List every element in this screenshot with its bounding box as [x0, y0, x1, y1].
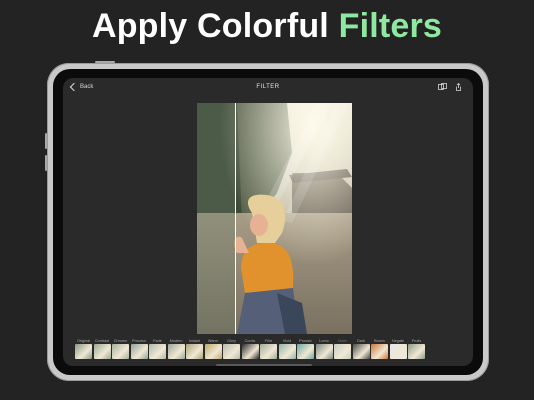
- filter-thumbnail: [315, 344, 333, 359]
- compare-divider[interactable]: [235, 103, 236, 334]
- filter-thumbnail: [371, 344, 388, 359]
- filter-item-chrome[interactable]: Chrome: [112, 338, 129, 359]
- filter-item-comic[interactable]: Comic: [241, 338, 259, 359]
- filter-thumbnail: [260, 344, 277, 359]
- filter-thumbnail: [334, 344, 351, 359]
- filter-thumbnail: [204, 344, 222, 359]
- screen-title: FILTER: [256, 84, 280, 90]
- compare-icon[interactable]: [438, 83, 447, 91]
- filter-thumbnail: [93, 344, 111, 359]
- photo-image: [197, 103, 352, 334]
- filter-thumbnail: [167, 344, 185, 359]
- filter-item-prosaic[interactable]: Prosaic: [297, 338, 314, 359]
- filter-item-modern[interactable]: Modern: [167, 338, 185, 359]
- filter-item-film[interactable]: Film: [260, 338, 277, 359]
- filter-thumbnail: [75, 344, 92, 359]
- filter-thumbnail: [112, 344, 129, 359]
- filter-thumbnail: [241, 344, 259, 359]
- filter-item-fade[interactable]: Fade: [149, 338, 166, 359]
- filter-thumbnail: [149, 344, 166, 359]
- filter-item-glory[interactable]: Glory: [223, 338, 240, 359]
- app-screen: Back FILTER Original Contrast Chrome Pro…: [63, 78, 473, 366]
- filter-item-vivid[interactable]: Vivid: [278, 338, 296, 359]
- photo-preview[interactable]: [197, 103, 352, 334]
- tablet-bezel: Back FILTER Original Contrast Chrome Pro…: [53, 69, 483, 375]
- headline-accent: Filters: [338, 7, 443, 45]
- share-icon[interactable]: [454, 83, 463, 91]
- filter-item-dark[interactable]: Dark: [352, 338, 370, 359]
- filter-item-lomo[interactable]: Lomo: [315, 338, 333, 359]
- home-indicator: [216, 364, 312, 366]
- volume-button: [45, 133, 47, 149]
- volume-button: [45, 155, 47, 171]
- filter-thumbnail: [352, 344, 370, 359]
- headline: Apply Colorful Filters: [0, 6, 534, 46]
- filter-item-negate[interactable]: Negate: [389, 338, 407, 359]
- filter-thumbnail: [130, 344, 148, 359]
- top-bar: Back FILTER: [63, 78, 473, 100]
- filter-thumbnail: [278, 344, 296, 359]
- filter-thumbnail: [408, 344, 425, 359]
- tablet-frame: Back FILTER Original Contrast Chrome Pro…: [45, 61, 489, 381]
- filter-item-instant[interactable]: Instant: [186, 338, 203, 359]
- power-button: [95, 61, 115, 63]
- filter-thumbnail: [186, 344, 203, 359]
- filter-item-process[interactable]: Process: [130, 338, 148, 359]
- filter-thumbnail: [297, 344, 314, 359]
- filter-item-contrast[interactable]: Contrast: [93, 338, 111, 359]
- filter-strip: Original Contrast Chrome Process Fade Modern I…: [75, 338, 425, 359]
- filter-item-brown[interactable]: Brown: [371, 338, 388, 359]
- headline-text: Apply Colorful: [91, 7, 329, 45]
- filter-item-original[interactable]: Original: [75, 338, 92, 359]
- filter-item-warm[interactable]: Warm: [204, 338, 222, 359]
- filter-item-fruits[interactable]: Fruits: [408, 338, 425, 359]
- filter-item-matte[interactable]: Matte: [334, 338, 351, 359]
- filter-thumbnail: [389, 344, 407, 359]
- filter-thumbnail: [223, 344, 240, 359]
